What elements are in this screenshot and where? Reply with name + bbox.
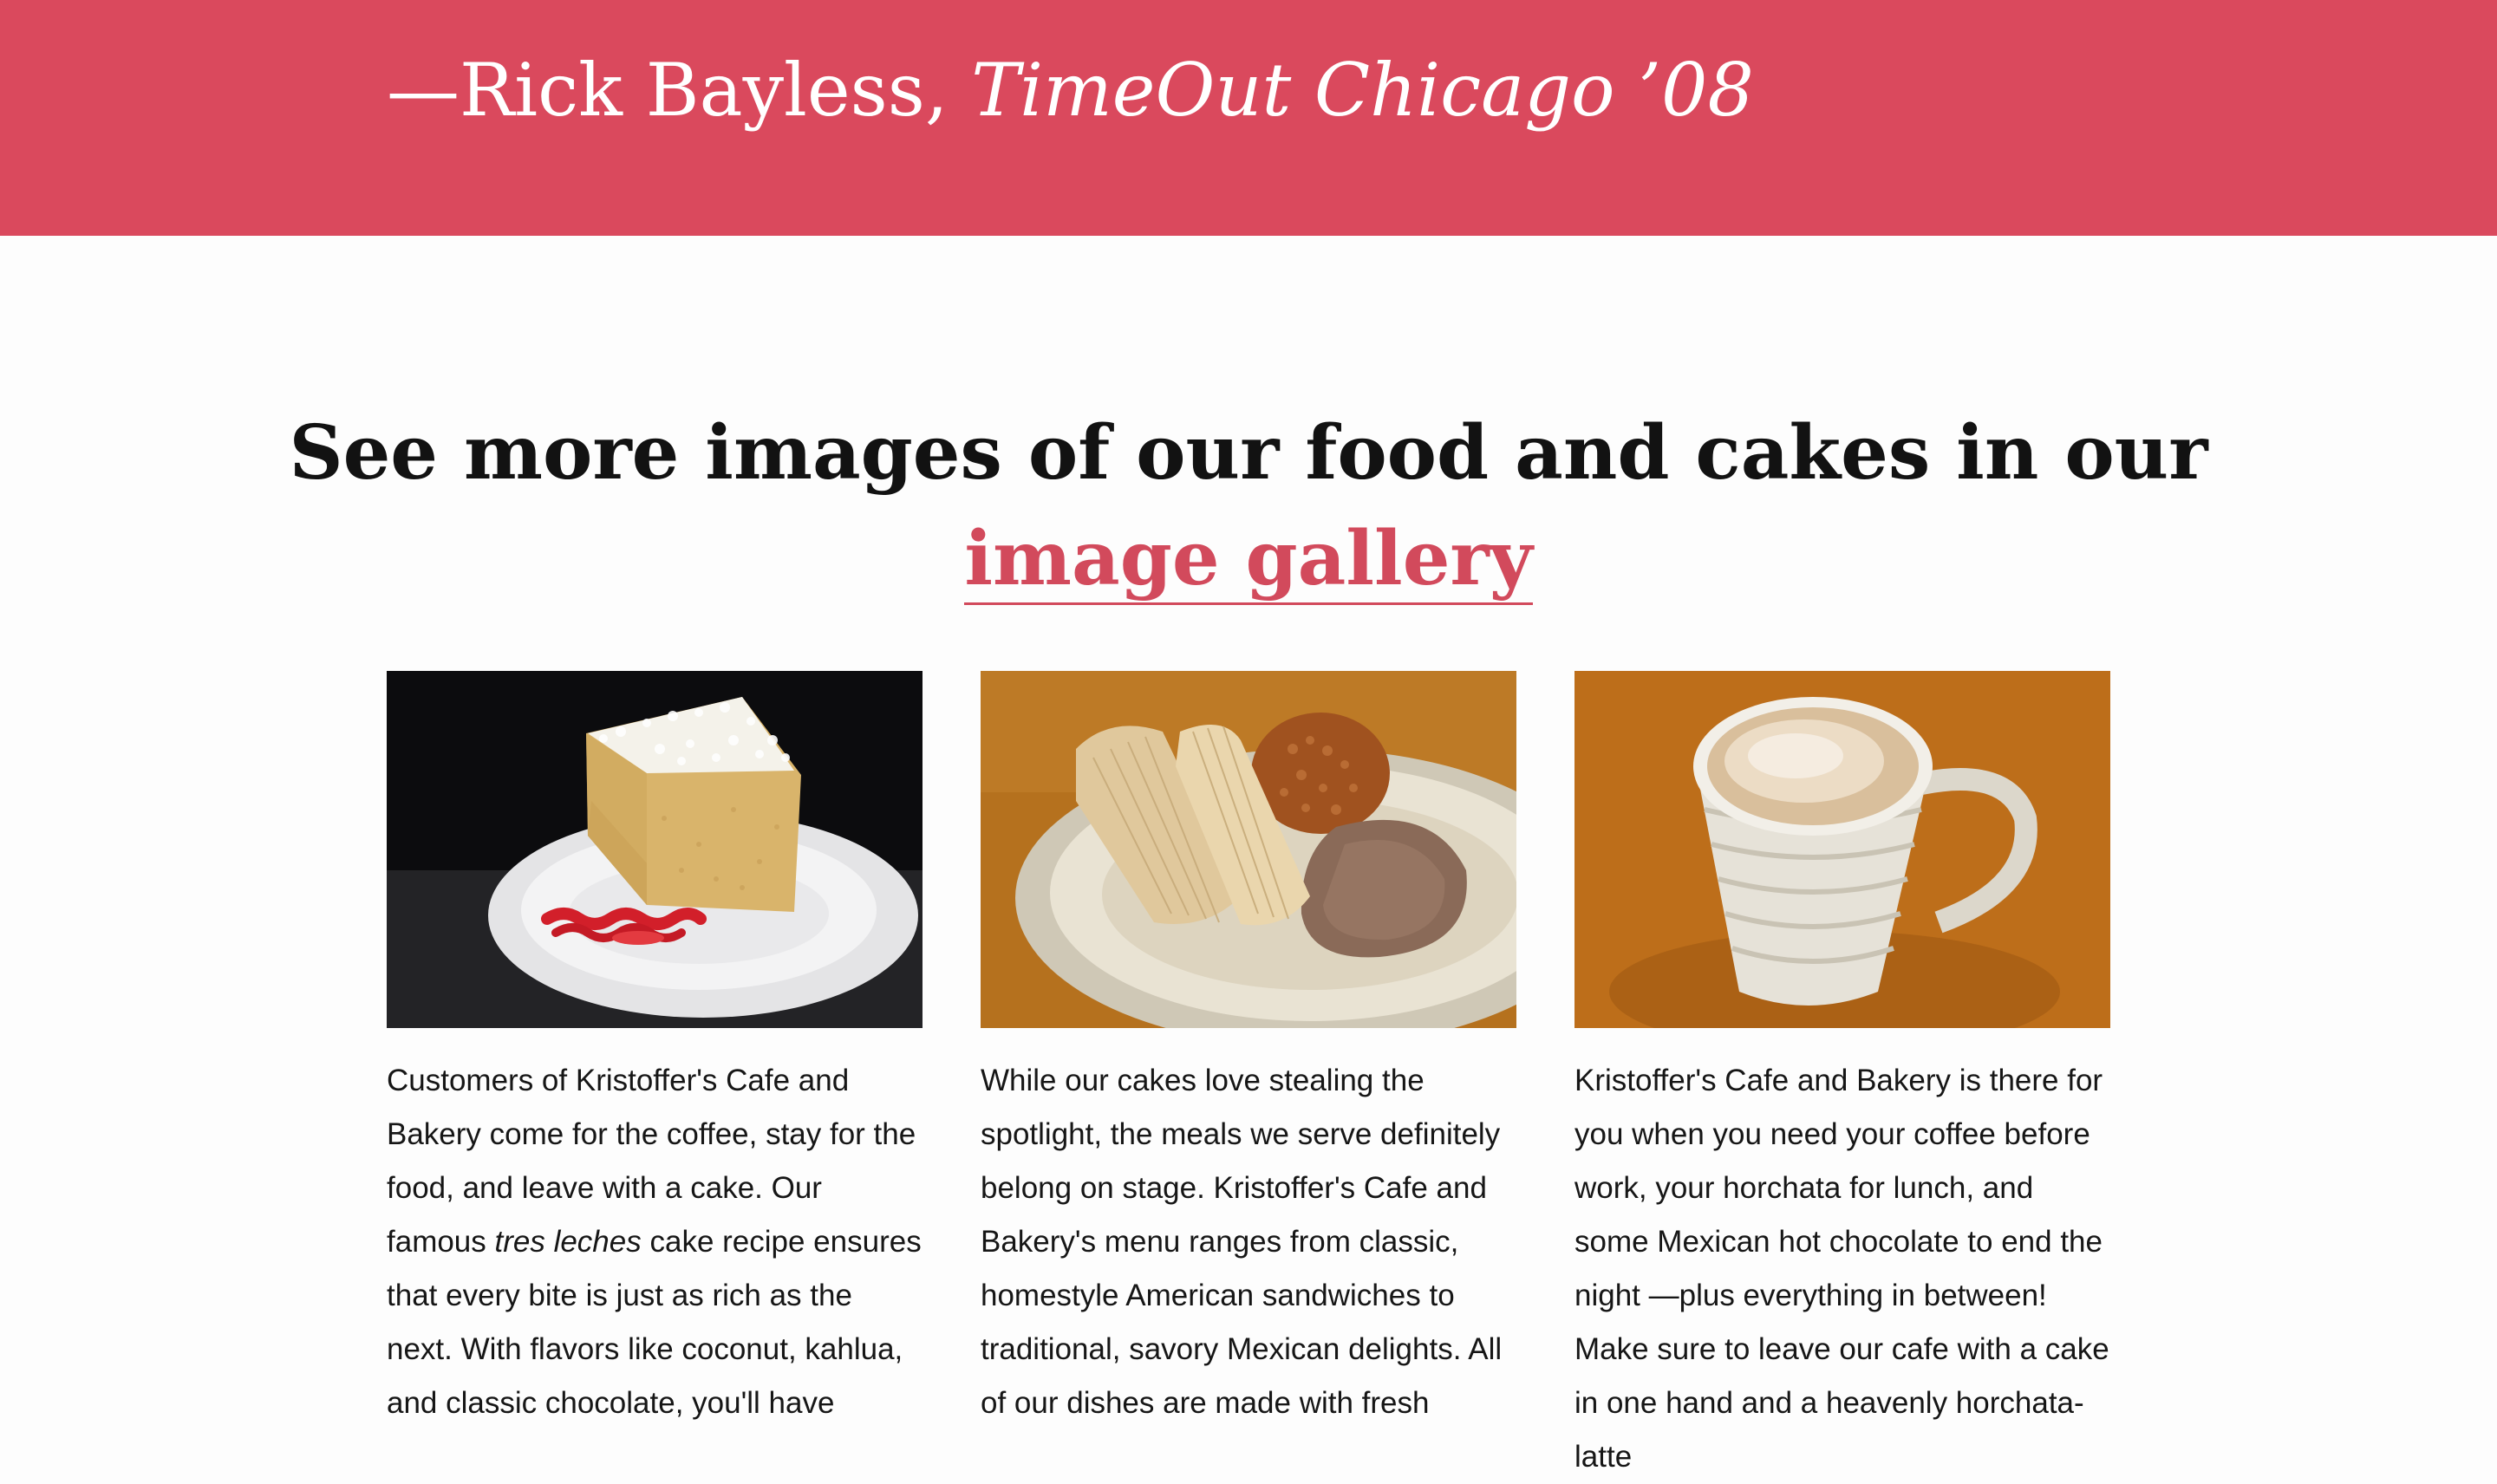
feature-column-coffee: Kristoffer's Cafe and Bakery is there fo… bbox=[1574, 671, 2110, 1484]
latte-photo bbox=[1574, 671, 2110, 1028]
cake-description: Customers of Kristoffer's Cafe and Baker… bbox=[387, 1054, 923, 1430]
tamales-photo bbox=[981, 671, 1516, 1028]
image-gallery-link[interactable]: image gallery bbox=[964, 515, 1533, 605]
quote-attribution: —Rick Bayless, TimeOut Chicago ’08 bbox=[387, 38, 1754, 142]
coffee-description: Kristoffer's Cafe and Bakery is there fo… bbox=[1574, 1064, 2109, 1474]
quote-banner: —Rick Bayless, TimeOut Chicago ’08 bbox=[0, 0, 2497, 236]
gallery-heading-text: See more images of our food and cakes in… bbox=[289, 409, 2208, 497]
quote-publication: TimeOut Chicago ’08 bbox=[971, 48, 1754, 133]
meals-description: While our cakes love stealing the spotli… bbox=[981, 1064, 1503, 1420]
quote-author: —Rick Bayless, bbox=[387, 48, 972, 133]
gallery-heading: See more images of our food and cakes in… bbox=[0, 400, 2497, 612]
cake-photo bbox=[387, 671, 923, 1028]
tres-leches-emphasis: tres leches bbox=[494, 1225, 642, 1259]
feature-column-meals: While our cakes love stealing the spotli… bbox=[981, 671, 1516, 1484]
feature-columns: Customers of Kristoffer's Cafe and Baker… bbox=[387, 671, 2110, 1484]
feature-column-cake: Customers of Kristoffer's Cafe and Baker… bbox=[387, 671, 923, 1484]
